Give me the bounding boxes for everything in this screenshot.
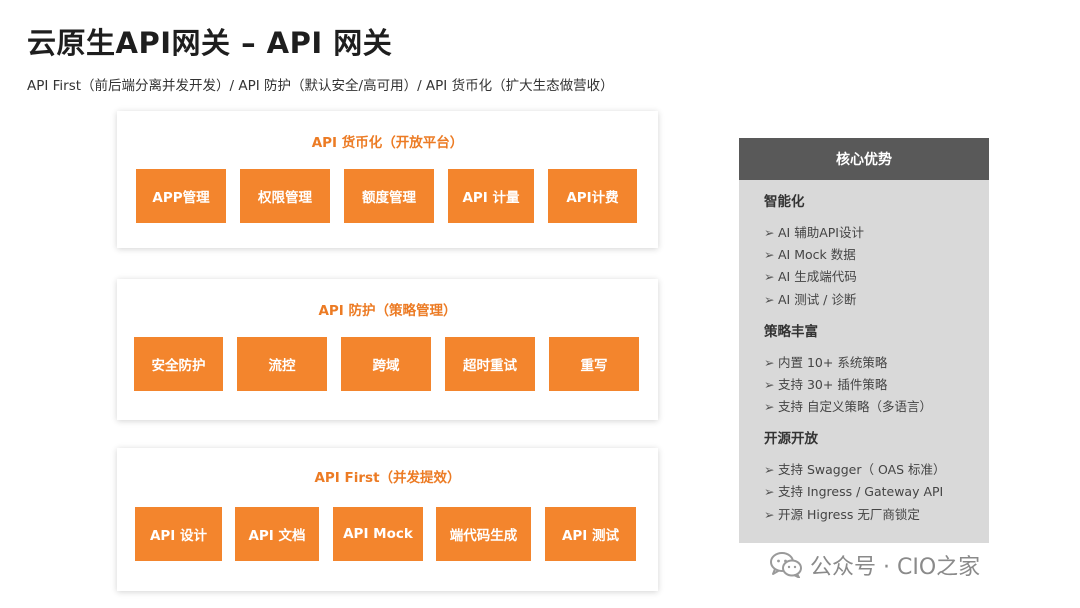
arrow-bullet-icon: ➢ [764, 484, 775, 499]
group-title-open-source: 开源开放 [764, 431, 818, 447]
advantage-item: ➢ AI 测试 / 诊断 [764, 292, 857, 307]
arrow-bullet-icon: ➢ [764, 269, 775, 284]
api-design-button[interactable]: API 设计 [135, 507, 222, 561]
core-advantages-header: 核心优势 [739, 138, 989, 180]
advantage-item: ➢ 支持 Ingress / Gateway API [764, 484, 944, 499]
api-metering-button[interactable]: API 计量 [448, 169, 534, 223]
permission-management-button[interactable]: 权限管理 [240, 169, 330, 223]
panel-protection: API 防护（策略管理） 安全防护 流控 跨域 超时重试 重写 [117, 279, 658, 420]
quota-management-button[interactable]: 额度管理 [344, 169, 434, 223]
api-docs-button[interactable]: API 文档 [235, 507, 319, 561]
group-title-rich-policies: 策略丰富 [764, 324, 818, 340]
panel-api-first: API First（并发提效） API 设计 API 文档 API Mock 端… [117, 448, 658, 591]
advantage-item: ➢ 支持 自定义策略（多语言） [764, 399, 932, 414]
advantage-item: ➢ AI Mock 数据 [764, 247, 856, 262]
app-management-button[interactable]: APP管理 [136, 169, 226, 223]
cors-button[interactable]: 跨域 [341, 337, 431, 391]
page-subtitle: API First（前后端分离并发开发）/ API 防护（默认安全/高可用）/ … [27, 78, 614, 94]
api-billing-button[interactable]: API计费 [548, 169, 637, 223]
panel-title: API 防护（策略管理） [318, 303, 457, 319]
arrow-bullet-icon: ➢ [764, 462, 775, 477]
panel-monetization: API 货币化（开放平台） APP管理 权限管理 额度管理 API 计量 API… [117, 111, 658, 248]
rate-limit-button[interactable]: 流控 [237, 337, 327, 391]
watermark: 公众号 · CIO之家 [770, 550, 980, 580]
advantage-item: ➢ AI 生成端代码 [764, 269, 857, 284]
arrow-bullet-icon: ➢ [764, 507, 775, 522]
api-mock-button[interactable]: API Mock [333, 507, 423, 561]
watermark-text: 公众号 · CIO之家 [810, 555, 981, 580]
arrow-bullet-icon: ➢ [764, 247, 775, 262]
arrow-bullet-icon: ➢ [764, 225, 775, 240]
page-title: 云原生API网关 – API 网关 [27, 26, 393, 60]
arrow-bullet-icon: ➢ [764, 292, 775, 307]
arrow-bullet-icon: ➢ [764, 377, 775, 392]
code-generation-button[interactable]: 端代码生成 [436, 507, 531, 561]
advantage-item: ➢ 支持 Swagger（ OAS 标准） [764, 462, 946, 477]
advantage-item: ➢ 支持 30+ 插件策略 [764, 377, 888, 392]
core-advantages-panel: 核心优势 智能化 ➢ AI 辅助API设计 ➢ AI Mock 数据 ➢ AI 生成端… [739, 138, 989, 543]
advantage-item: ➢ 开源 Higress 无厂商锁定 [764, 507, 920, 522]
panel-title: API 货币化（开放平台） [311, 135, 464, 151]
timeout-retry-button[interactable]: 超时重试 [445, 337, 535, 391]
arrow-bullet-icon: ➢ [764, 399, 775, 414]
advantage-item: ➢ AI 辅助API设计 [764, 225, 864, 240]
group-title-intelligence: 智能化 [764, 194, 805, 210]
panel-title: API First（并发提效） [314, 470, 461, 486]
api-test-button[interactable]: API 测试 [545, 507, 636, 561]
security-protection-button[interactable]: 安全防护 [134, 337, 223, 391]
arrow-bullet-icon: ➢ [764, 355, 775, 370]
wechat-icon [770, 552, 802, 578]
advantage-item: ➢ 内置 10+ 系统策略 [764, 355, 888, 370]
rewrite-button[interactable]: 重写 [549, 337, 639, 391]
